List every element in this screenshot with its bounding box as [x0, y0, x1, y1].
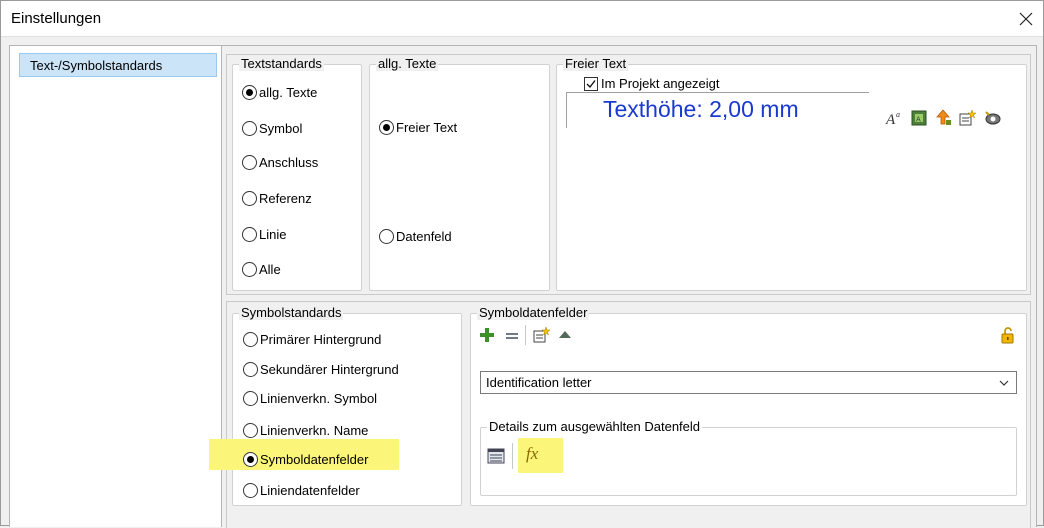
- formula-label: fx: [526, 444, 539, 463]
- checkbox-box[interactable]: [584, 76, 598, 91]
- title-bar: Einstellungen: [1, 1, 1043, 37]
- book-icon[interactable]: A: [910, 109, 928, 127]
- sidebar-item-text-symbol-standards[interactable]: Text-/Symbolstandards: [19, 53, 217, 77]
- radio-label: Alle: [259, 262, 281, 277]
- radio-liniendatenfelder[interactable]: Liniendatenfelder: [243, 483, 360, 498]
- radio-button[interactable]: [242, 85, 257, 100]
- radio-symbol[interactable]: Symbol: [242, 121, 302, 136]
- svg-text:A: A: [916, 117, 921, 124]
- details-legend: Details zum ausgewählten Datenfeld: [487, 419, 703, 434]
- radio-alle[interactable]: Alle: [242, 262, 281, 277]
- allg-texte-legend: allg. Texte: [376, 56, 439, 71]
- freier-text-body: Im Projekt angezeigt Texthöhe: 2,00 mm A…: [556, 57, 1027, 291]
- radio-button[interactable]: [243, 452, 258, 467]
- close-button[interactable]: [1009, 1, 1043, 37]
- radio-button[interactable]: [379, 120, 394, 135]
- close-icon: [1019, 12, 1033, 26]
- textstandards-legend: Textstandards: [239, 56, 324, 71]
- formula-icon[interactable]: fx: [526, 444, 556, 466]
- radio-linienverkn-name[interactable]: Linienverkn. Name: [243, 423, 368, 438]
- radio-button[interactable]: [243, 362, 258, 377]
- settings-dialog: Einstellungen Text-/Symbolstandards Text…: [0, 0, 1044, 528]
- radio-referenz[interactable]: Referenz: [242, 191, 312, 206]
- radio-symboldatenfelder[interactable]: Symboldatenfelder: [243, 452, 368, 467]
- move-icon[interactable]: [934, 109, 952, 127]
- toolbar-separator: [525, 325, 526, 345]
- radio-button[interactable]: [242, 191, 257, 206]
- radio-label: Anschluss: [259, 155, 319, 170]
- chevron-down-icon: [999, 380, 1009, 386]
- radio-primaerer-hintergrund[interactable]: Primärer Hintergrund: [243, 332, 381, 347]
- table-icon[interactable]: [487, 447, 505, 465]
- radio-label: Symbol: [259, 121, 303, 136]
- move-up-icon[interactable]: [556, 326, 574, 344]
- radio-button[interactable]: [243, 332, 258, 347]
- radio-button[interactable]: [243, 423, 258, 438]
- symbolstandards-legend: Symbolstandards: [239, 305, 344, 320]
- radio-label: Datenfeld: [396, 229, 452, 244]
- radio-anschluss[interactable]: Anschluss: [242, 155, 318, 170]
- radio-allg-texte[interactable]: allg. Texte: [242, 85, 317, 100]
- radio-sekundaerer-hintergrund[interactable]: Sekundärer Hintergrund: [243, 362, 399, 377]
- radio-label: Freier Text: [396, 120, 458, 135]
- new-field-icon[interactable]: [958, 109, 976, 127]
- new-field-icon[interactable]: [532, 326, 550, 344]
- radio-label: Linie: [259, 227, 287, 242]
- lock-icon[interactable]: [999, 326, 1017, 344]
- radio-button[interactable]: [243, 391, 258, 406]
- preview-text: Texthöhe: 2,00 mm: [603, 96, 799, 122]
- text-height-icon[interactable]: A a: [885, 109, 903, 127]
- radio-button[interactable]: [379, 229, 394, 244]
- svg-text:a: a: [896, 110, 900, 119]
- radio-button[interactable]: [242, 121, 257, 136]
- radio-label: Primärer Hintergrund: [260, 332, 382, 347]
- checkbox-label: Im Projekt angezeigt: [601, 76, 720, 91]
- remove-icon[interactable]: [503, 326, 521, 344]
- add-icon[interactable]: [478, 326, 496, 344]
- svg-text:A: A: [885, 112, 896, 127]
- symboldatenfelder-body: Identification letter Details zum ausgew…: [470, 306, 1027, 506]
- window-title: Einstellungen: [11, 10, 102, 27]
- sidebar-item-label: Text-/Symbolstandards: [30, 58, 163, 73]
- data-field-select-value: Identification letter: [486, 375, 592, 390]
- radio-label: Sekundärer Hintergrund: [260, 362, 399, 377]
- checkbox-im-projekt-angezeigt[interactable]: Im Projekt angezeigt: [584, 76, 720, 91]
- visibility-icon[interactable]: [983, 109, 1001, 127]
- radio-label: Referenz: [259, 191, 312, 206]
- radio-button[interactable]: [242, 262, 257, 277]
- radio-linie[interactable]: Linie: [242, 227, 286, 242]
- radio-button[interactable]: [243, 483, 258, 498]
- details-separator: [512, 443, 513, 469]
- settings-content: Textstandards allg. Texte Symbol Anschlu…: [209, 45, 1037, 528]
- text-preview: Texthöhe: 2,00 mm: [566, 92, 869, 128]
- radio-label: allg. Texte: [259, 85, 318, 100]
- data-field-select[interactable]: Identification letter: [480, 371, 1017, 394]
- allg-texte-group: allg. Texte: [369, 57, 550, 291]
- radio-label: Liniendatenfelder: [260, 483, 360, 498]
- radio-label: Linienverkn. Name: [260, 423, 369, 438]
- radio-freier-text[interactable]: Freier Text: [379, 120, 457, 135]
- settings-sidebar: Text-/Symbolstandards: [9, 45, 222, 527]
- radio-button[interactable]: [242, 227, 257, 242]
- radio-linienverkn-symbol[interactable]: Linienverkn. Symbol: [243, 391, 377, 406]
- radio-button[interactable]: [242, 155, 257, 170]
- radio-datenfeld[interactable]: Datenfeld: [379, 229, 452, 244]
- checkmark-icon: [586, 79, 596, 88]
- radio-label: Linienverkn. Symbol: [260, 391, 378, 406]
- radio-label: Symboldatenfelder: [260, 452, 369, 467]
